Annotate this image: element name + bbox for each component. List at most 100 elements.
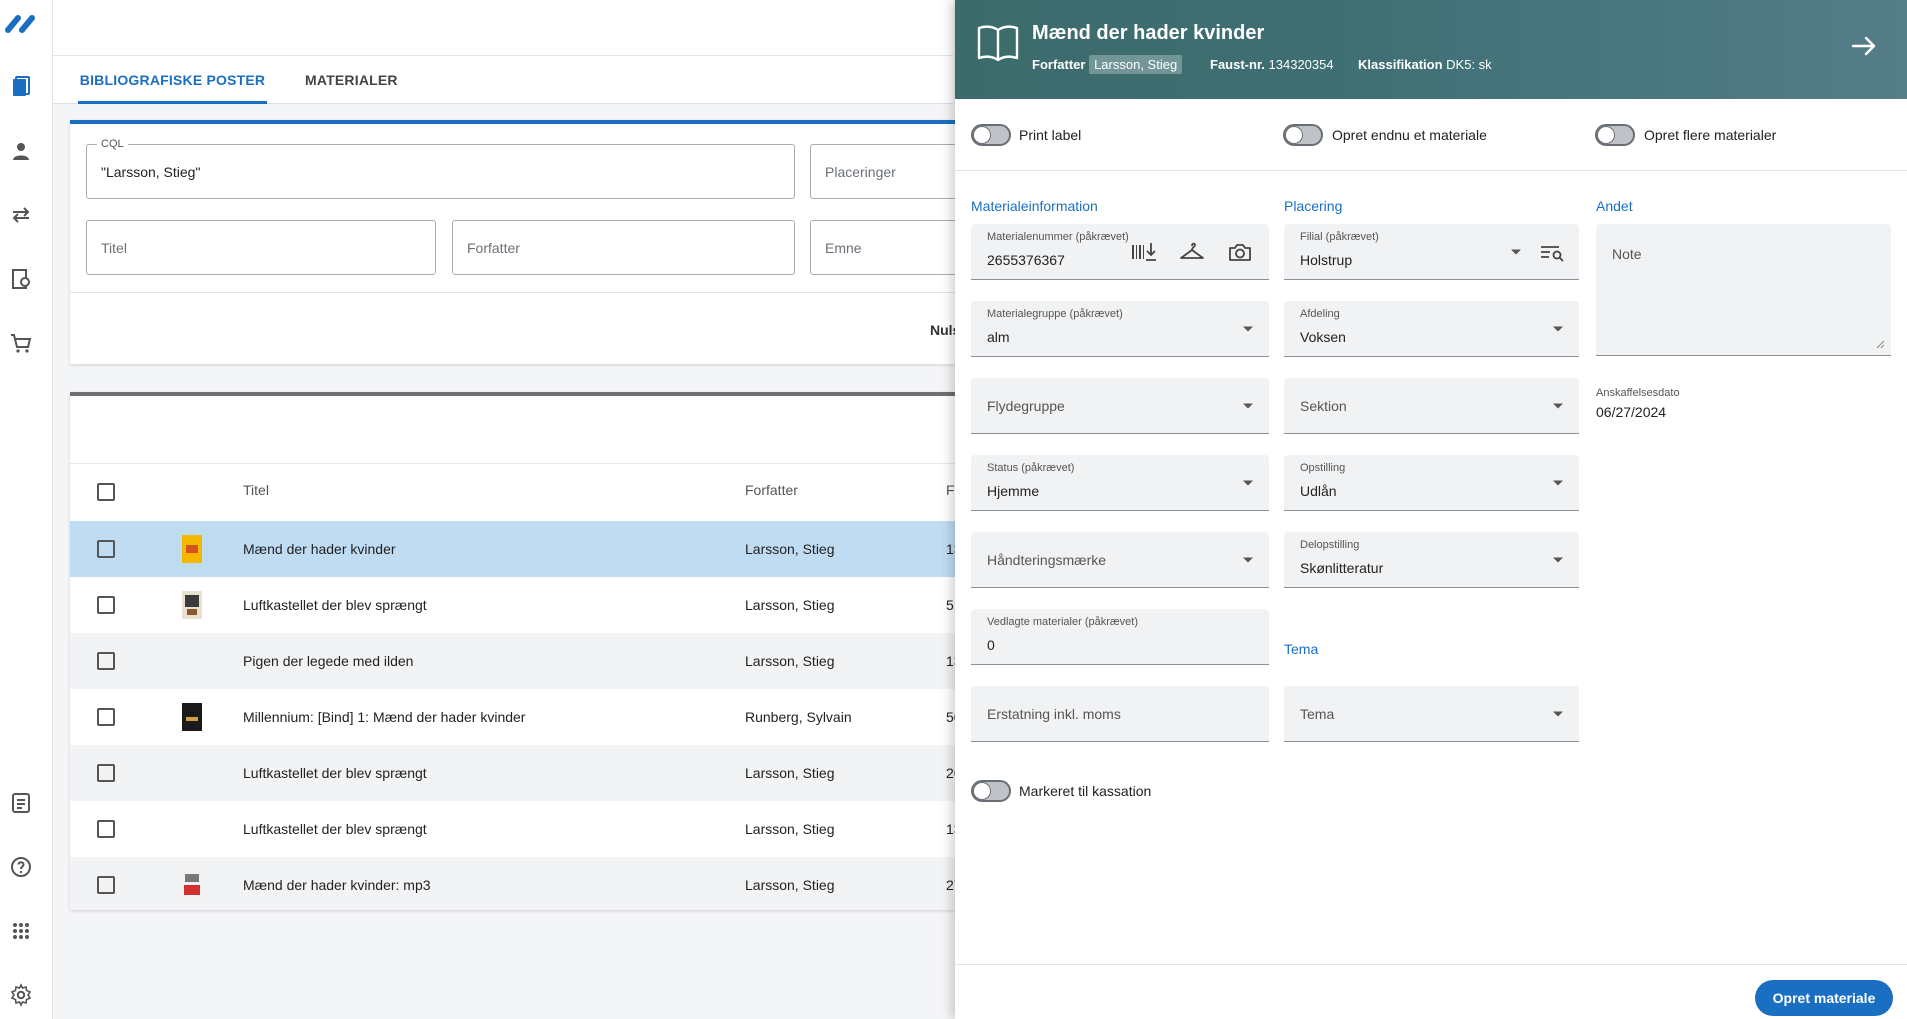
row-title: Millennium: [Bind] 1: Mænd der hader kvi… xyxy=(243,709,526,725)
tab-bar: BIBLIOGRAFISKE POSTER MATERIALER xyxy=(53,56,953,104)
hanger-icon[interactable] xyxy=(1179,240,1205,264)
table-row[interactable]: Millennium: [Bind] 1: Mænd der hader kvi… xyxy=(70,689,970,745)
row-checkbox[interactable] xyxy=(97,596,115,614)
transfer-icon[interactable] xyxy=(8,202,34,228)
tab-bibliografiske-poster[interactable]: BIBLIOGRAFISKE POSTER xyxy=(78,56,267,104)
vedlagte-label: Vedlagte materialer (påkrævet) xyxy=(987,616,1139,628)
note-textarea[interactable]: Note xyxy=(1596,224,1891,356)
afdeling-select[interactable]: Afdeling Voksen xyxy=(1284,301,1579,357)
row-author: Larsson, Stieg xyxy=(745,821,835,837)
chevron-down-icon xyxy=(1243,557,1253,562)
table-row[interactable]: Luftkastellet der blev sprængt Larsson, … xyxy=(70,745,970,801)
row-author: Larsson, Stieg xyxy=(745,597,835,613)
flydegruppe-placeholder: Flydegruppe xyxy=(987,397,1065,414)
klass-value: DK5: sk xyxy=(1446,57,1492,72)
panel-title: Mænd der hader kvinder xyxy=(1032,22,1265,44)
row-title: Luftkastellet der blev sprængt xyxy=(243,765,427,781)
table-row[interactable]: Mænd der hader kvinder Larsson, Stieg 13 xyxy=(70,521,970,577)
status-select[interactable]: Status (påkrævet) Hjemme xyxy=(971,455,1269,511)
help-icon[interactable] xyxy=(8,854,34,880)
cover-thumbnail xyxy=(182,703,202,731)
patron-icon[interactable] xyxy=(8,138,34,164)
cart-icon[interactable] xyxy=(8,330,34,356)
erstatning-field[interactable]: Erstatning inkl. moms xyxy=(971,686,1269,742)
vedlagte-value: 0 xyxy=(987,637,995,653)
loan-history-icon[interactable] xyxy=(8,266,34,292)
afdeling-value: Voksen xyxy=(1300,329,1346,345)
delopstilling-select[interactable]: Delopstilling Skønlitteratur xyxy=(1284,532,1579,588)
apps-grid-icon[interactable] xyxy=(8,918,34,944)
author-chip[interactable]: Larsson, Stieg xyxy=(1089,55,1183,74)
row-author: Runberg, Sylvain xyxy=(745,709,852,725)
barcode-download-icon[interactable] xyxy=(1131,240,1157,264)
table-row[interactable]: Luftkastellet der blev sprængt Larsson, … xyxy=(70,801,970,857)
arrow-right-icon[interactable] xyxy=(1850,32,1878,60)
list-search-icon[interactable] xyxy=(1539,240,1565,264)
flydegruppe-select[interactable]: Flydegruppe xyxy=(971,378,1269,434)
row-checkbox[interactable] xyxy=(97,764,115,782)
opret-endnu-toggle[interactable] xyxy=(1283,124,1323,146)
section-tema: Tema xyxy=(1284,641,1319,657)
meta-klassifikation: Klassifikation DK5: sk xyxy=(1358,57,1492,72)
author-label: Forfatter xyxy=(1032,57,1086,72)
print-label-text: Print label xyxy=(1019,127,1082,143)
row-checkbox[interactable] xyxy=(97,708,115,726)
tema-placeholder: Tema xyxy=(1300,705,1335,722)
settings-gear-icon[interactable] xyxy=(8,982,34,1008)
materialenummer-field[interactable]: Materialenummer (påkrævet) 2655376367 xyxy=(971,224,1269,280)
app-logo-icon[interactable] xyxy=(4,14,40,34)
tab-materialer[interactable]: MATERIALER xyxy=(305,56,398,104)
kassation-text: Markeret til kassation xyxy=(1019,783,1152,799)
anskaffelsesdato-label: Anskaffelsesdato xyxy=(1596,387,1680,399)
kassation-toggle[interactable] xyxy=(971,780,1011,802)
table-row[interactable]: Luftkastellet der blev sprængt Larsson, … xyxy=(70,577,970,633)
opret-flere-text: Opret flere materialer xyxy=(1644,127,1777,143)
search-divider xyxy=(70,292,970,293)
row-title: Luftkastellet der blev sprængt xyxy=(243,821,427,837)
row-checkbox[interactable] xyxy=(97,876,115,894)
column-header-titel[interactable]: Titel xyxy=(243,482,269,498)
print-label-toggle[interactable] xyxy=(971,124,1011,146)
cover-thumbnail xyxy=(182,871,202,899)
cql-input[interactable]: CQL "Larsson, Stieg" xyxy=(86,138,795,199)
sektion-placeholder: Sektion xyxy=(1300,397,1347,414)
titel-input[interactable]: Titel xyxy=(86,220,436,275)
row-checkbox[interactable] xyxy=(97,652,115,670)
cql-legend: CQL xyxy=(97,138,128,150)
forfatter-input[interactable]: Forfatter xyxy=(452,220,795,275)
books-icon[interactable] xyxy=(8,74,34,100)
vedlagte-materialer-field[interactable]: Vedlagte materialer (påkrævet) 0 xyxy=(971,609,1269,665)
chevron-down-icon xyxy=(1553,403,1563,408)
chevron-down-icon xyxy=(1243,403,1253,408)
opret-materiale-button[interactable]: Opret materiale xyxy=(1755,980,1893,1016)
row-title: Luftkastellet der blev sprængt xyxy=(243,597,427,613)
tema-select[interactable]: Tema xyxy=(1284,686,1579,742)
chevron-down-icon xyxy=(1553,480,1563,485)
panel-header: Mænd der hader kvinder Forfatter Larsson… xyxy=(955,0,1907,99)
sektion-select[interactable]: Sektion xyxy=(1284,378,1579,434)
table-row[interactable]: Mænd der hader kvinder: mp3 Larsson, Sti… xyxy=(70,857,970,910)
divider xyxy=(955,170,1907,171)
opstilling-select[interactable]: Opstilling Udlån xyxy=(1284,455,1579,511)
camera-icon[interactable] xyxy=(1227,240,1253,264)
opret-flere-toggle[interactable] xyxy=(1595,124,1635,146)
select-all-checkbox[interactable] xyxy=(97,483,115,501)
table-row[interactable]: Pigen der legede med ilden Larsson, Stie… xyxy=(70,633,970,689)
opret-endnu-text: Opret endnu et materiale xyxy=(1332,127,1487,143)
reports-icon[interactable] xyxy=(8,790,34,816)
opstilling-label: Opstilling xyxy=(1300,462,1346,474)
materialenummer-label: Materialenummer (påkrævet) xyxy=(987,231,1129,243)
row-checkbox[interactable] xyxy=(97,820,115,838)
meta-author: Forfatter Larsson, Stieg xyxy=(1032,55,1183,74)
cover-thumbnail xyxy=(182,591,202,619)
materialegruppe-select[interactable]: Materialegruppe (påkrævet) alm xyxy=(971,301,1269,357)
resize-handle-icon[interactable] xyxy=(1875,339,1885,349)
meta-faust: Faust-nr. 134320354 xyxy=(1210,57,1334,72)
row-title: Mænd der hader kvinder: mp3 xyxy=(243,877,431,893)
handteringsmaerke-select[interactable]: Håndteringsmærke xyxy=(971,532,1269,588)
results-toolbar xyxy=(70,396,970,464)
filial-select[interactable]: Filial (påkrævet) Holstrup xyxy=(1284,224,1579,280)
column-header-forfatter[interactable]: Forfatter xyxy=(745,482,798,498)
row-checkbox[interactable] xyxy=(97,540,115,558)
left-rail xyxy=(0,0,53,1019)
